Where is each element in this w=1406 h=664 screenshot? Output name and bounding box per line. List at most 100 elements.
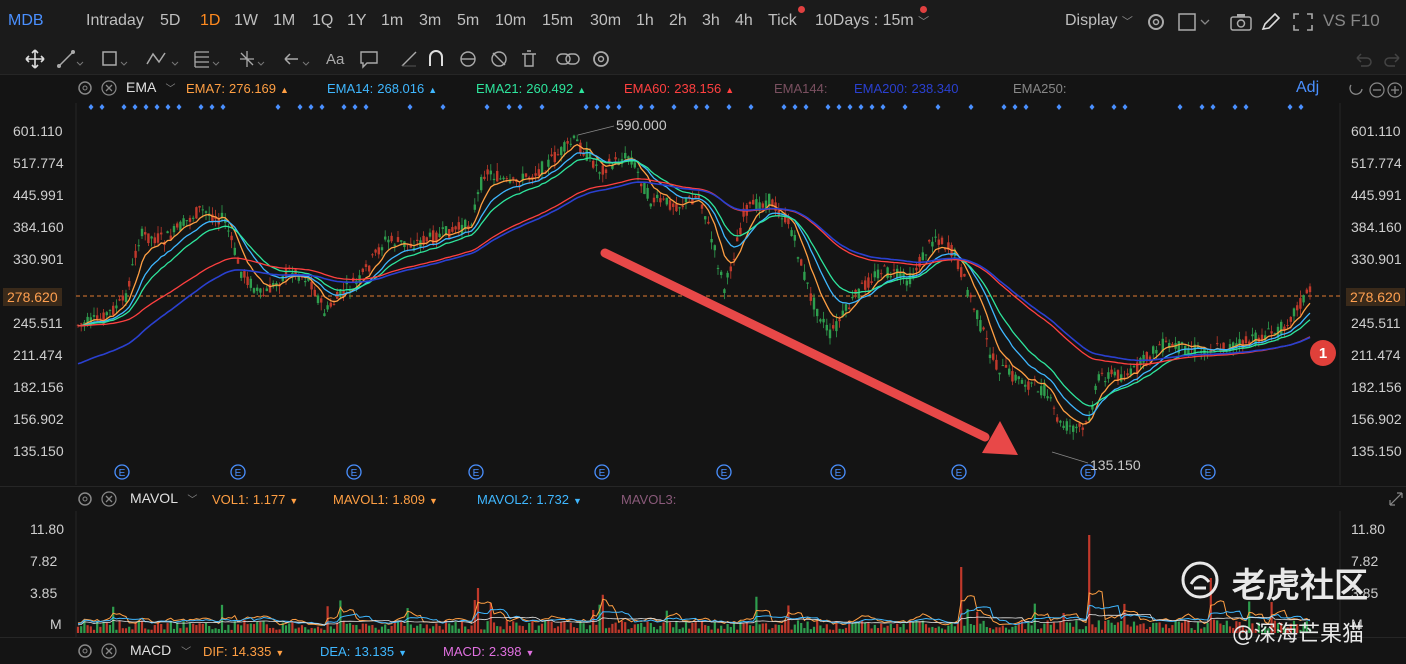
- candle-body: [246, 276, 249, 286]
- multi-period-selector[interactable]: 10Days : 15m ﹀: [815, 12, 929, 30]
- timeframe-mdb[interactable]: MDB: [8, 12, 44, 30]
- volume-bar: [476, 588, 480, 633]
- signal-marker: [1287, 104, 1293, 110]
- volume-bar: [675, 620, 678, 633]
- price-tick-label: 211.474: [1351, 347, 1401, 363]
- timeframe-5d[interactable]: 5D: [160, 12, 180, 30]
- volume-bar: [214, 628, 217, 633]
- macd-indicator-selector[interactable]: MACD ﹀: [130, 642, 191, 658]
- volume-bar: [204, 622, 208, 633]
- macd-pane[interactable]: MACD ﹀ DIF: 14.335 ▼ DEA: 13.135 ▼ MACD: 2.398 ▼: [0, 637, 1406, 664]
- gann-tool-icon[interactable]: [237, 48, 267, 70]
- volume-bar: [1136, 625, 1139, 633]
- fullscreen-icon[interactable]: [1292, 12, 1314, 32]
- volume-bar: [1184, 620, 1187, 633]
- volume-bar: [169, 620, 172, 633]
- legend-item: DIF: 14.335 ▼: [203, 644, 284, 659]
- volume-bar: [960, 567, 963, 633]
- pattern-tool-icon[interactable]: [145, 48, 181, 70]
- volume-bar: [550, 621, 553, 633]
- candle-body: [329, 302, 332, 307]
- timeframe-1d[interactable]: 1D: [200, 12, 220, 30]
- trash-icon[interactable]: [518, 48, 540, 70]
- drawing-settings-icon[interactable]: [590, 48, 612, 70]
- lock-drawing-icon[interactable]: [456, 48, 480, 70]
- redo-icon[interactable]: [1382, 48, 1404, 70]
- volume-bar: [185, 627, 188, 633]
- timeframe-1m[interactable]: 1M: [273, 12, 295, 30]
- price-chart[interactable]: EEEEEEEEEE: [0, 75, 1406, 485]
- timeframe-15m[interactable]: 15m: [542, 12, 573, 30]
- candle-body: [473, 204, 476, 210]
- timeframe-1h[interactable]: 1h: [636, 12, 654, 30]
- fibonacci-tool-icon[interactable]: [192, 48, 222, 70]
- signal-marker: [693, 104, 699, 110]
- timeframe-1m[interactable]: 1m: [381, 12, 403, 30]
- timeframe-10m[interactable]: 10m: [495, 12, 526, 30]
- candle-body: [790, 230, 793, 237]
- candle-body: [646, 187, 649, 199]
- shape-tool-icon[interactable]: [100, 48, 130, 70]
- timeframe-1q[interactable]: 1Q: [312, 12, 333, 30]
- candle-body: [636, 171, 640, 173]
- pencil-icon[interactable]: [1260, 12, 1282, 32]
- high-leader-line: [577, 125, 615, 136]
- candle-body: [1296, 305, 1299, 311]
- gear-icon[interactable]: [1145, 11, 1167, 33]
- volume-tick-label: M: [50, 616, 62, 632]
- volume-bar: [1100, 629, 1104, 633]
- timeframe-3h[interactable]: 3h: [702, 12, 720, 30]
- candle-body: [233, 247, 236, 255]
- text-tool-icon[interactable]: Aa: [326, 48, 344, 70]
- annotation-badge[interactable]: 1: [1310, 340, 1336, 366]
- ema200-line: [77, 181, 1311, 365]
- timeframe-1w[interactable]: 1W: [234, 12, 258, 30]
- price-pane[interactable]: EMA ﹀ EMA7: 276.169 ▲ EMA14: 268.016 ▲ EMA21: 2…: [0, 75, 1406, 485]
- trendline-tool-icon[interactable]: [56, 48, 86, 70]
- drawing-toolbar: Aa: [0, 44, 1406, 75]
- candle-body: [243, 270, 246, 278]
- magnet-icon[interactable]: [425, 48, 447, 70]
- candle-body: [121, 295, 124, 301]
- indicator-settings-icon[interactable]: [76, 642, 94, 660]
- timeframe-4h[interactable]: 4h: [735, 12, 753, 30]
- volume-bar: [1043, 623, 1046, 633]
- signal-marker: [143, 104, 149, 110]
- signal-marker: [363, 104, 369, 110]
- timeframe-1y[interactable]: 1Y: [347, 12, 367, 30]
- timeframe-2h[interactable]: 2h: [669, 12, 687, 30]
- candle-body: [976, 310, 979, 320]
- volume-bar: [1168, 628, 1171, 633]
- candle-body: [144, 232, 147, 235]
- signal-marker: [88, 104, 94, 110]
- close-indicator-icon[interactable]: [100, 642, 118, 660]
- timeframe-intraday[interactable]: Intraday: [86, 12, 144, 30]
- display-label: Display: [1065, 12, 1118, 29]
- volume-bar: [144, 628, 147, 633]
- display-menu[interactable]: Display ﹀: [1065, 12, 1133, 30]
- comment-tool-icon[interactable]: [358, 48, 380, 70]
- candle-body: [640, 183, 643, 187]
- arrow-tool-icon[interactable]: [282, 48, 312, 70]
- candle-body: [160, 232, 163, 235]
- volume-bar: [329, 626, 332, 633]
- timeframe-30m[interactable]: 30m: [590, 12, 621, 30]
- timeframe-tick[interactable]: Tick: [768, 12, 797, 30]
- volume-bar: [336, 622, 339, 633]
- timeframe-5m[interactable]: 5m: [457, 12, 479, 30]
- ruler-tool-icon[interactable]: [398, 48, 420, 70]
- volume-bar: [928, 627, 931, 633]
- hide-drawing-icon[interactable]: [487, 48, 511, 70]
- layout-icon[interactable]: [1178, 12, 1212, 32]
- camera-icon[interactable]: [1230, 12, 1252, 32]
- vs-f10-label[interactable]: VS F10: [1323, 11, 1380, 31]
- timeframe-3m[interactable]: 3m: [419, 12, 441, 30]
- candle-body: [310, 281, 313, 290]
- candle-body: [835, 321, 838, 332]
- undo-icon[interactable]: [1352, 48, 1374, 70]
- volume-bar: [886, 625, 889, 633]
- link-icon[interactable]: [555, 48, 581, 70]
- move-icon[interactable]: [24, 48, 46, 70]
- volume-bar: [976, 611, 979, 633]
- earnings-event-label: E: [235, 468, 242, 479]
